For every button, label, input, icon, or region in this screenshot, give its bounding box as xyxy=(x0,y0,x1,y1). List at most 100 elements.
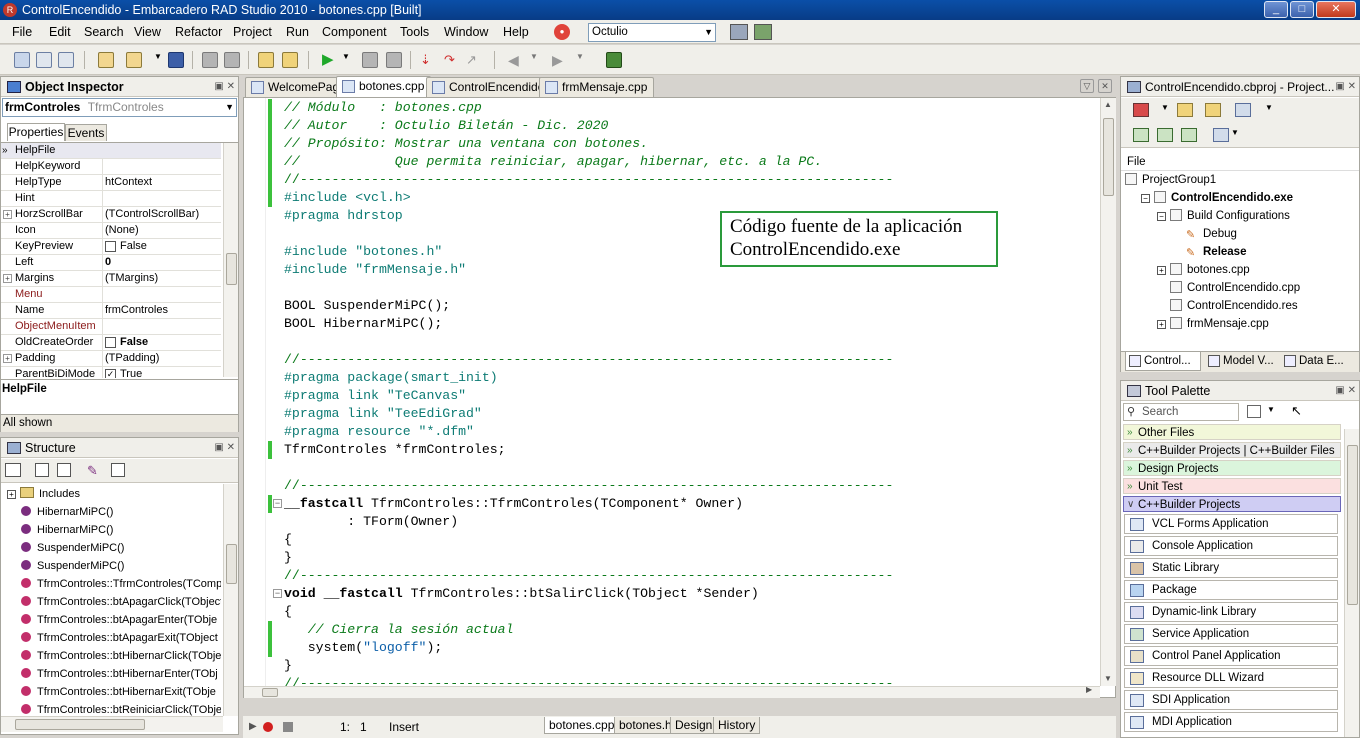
stop-icon[interactable] xyxy=(386,52,402,68)
chevron-down-icon[interactable]: ▼ xyxy=(342,52,350,68)
panel-pin-close-icon[interactable]: ▣ ✕ xyxy=(1335,77,1356,97)
menu-project[interactable]: Project xyxy=(233,25,272,39)
tab-list-icon[interactable]: ▽ xyxy=(1080,79,1094,93)
palette-category[interactable]: » Design Projects xyxy=(1123,460,1341,476)
code-line[interactable]: #pragma resource "*.dfm" xyxy=(284,423,474,441)
structure-item[interactable]: HibernarMiPC() xyxy=(21,504,221,520)
structure-item[interactable]: SuspenderMiPC() xyxy=(21,540,221,556)
sync-icon[interactable] xyxy=(1133,128,1149,142)
expand-icon[interactable]: + xyxy=(1157,320,1166,329)
menu-run[interactable]: Run xyxy=(286,25,309,39)
code-line[interactable]: #pragma link "TeCanvas" xyxy=(284,387,466,405)
structure-item[interactable]: TfrmControles::btReiniciarClick(TObje xyxy=(21,702,221,716)
component-selector[interactable]: frmControles TfrmControles ▼ xyxy=(2,98,237,117)
menu-window[interactable]: Window xyxy=(444,25,488,39)
property-row[interactable]: » HelpFile xyxy=(1,143,221,159)
chevron-down-icon[interactable]: ▼ xyxy=(154,52,162,68)
project-tree-item[interactable]: + frmMensaje.cpp xyxy=(1157,315,1269,333)
chevron-down-icon[interactable]: ▼ xyxy=(1231,128,1239,137)
activate-icon[interactable] xyxy=(1133,103,1149,117)
new-items-icon[interactable] xyxy=(14,52,30,68)
property-value[interactable]: False xyxy=(120,335,148,350)
tab-events[interactable]: Events xyxy=(65,124,107,141)
tab-model-view[interactable]: Model V... xyxy=(1205,352,1279,371)
property-value[interactable]: 0 xyxy=(105,255,111,270)
code-line[interactable]: //--------------------------------------… xyxy=(284,675,893,686)
open-icon[interactable] xyxy=(1205,103,1221,117)
palette-item[interactable]: Static Library xyxy=(1124,558,1338,578)
code-line[interactable]: //--------------------------------------… xyxy=(284,351,893,369)
open-icon[interactable] xyxy=(98,52,114,68)
property-row[interactable]: + Padding (TPadding) xyxy=(1,351,221,367)
close-tab-icon[interactable]: ✕ xyxy=(1098,79,1112,93)
back-arrow-icon[interactable]: ◀ xyxy=(508,52,524,68)
palette-category[interactable]: » C++Builder Projects | C++Builder Files xyxy=(1123,442,1341,458)
structure-item[interactable]: + Includes xyxy=(7,486,207,502)
property-value[interactable]: (TMargins) xyxy=(105,271,158,286)
pause-icon[interactable] xyxy=(362,52,378,68)
palette-item[interactable]: Resource DLL Wizard xyxy=(1124,668,1338,688)
palette-item[interactable]: SDI Application xyxy=(1124,690,1338,710)
filter-icon[interactable] xyxy=(35,463,49,477)
property-value[interactable]: frmControles xyxy=(105,303,168,318)
palette-item[interactable]: Control Panel Application xyxy=(1124,646,1338,666)
property-row[interactable]: Icon (None) xyxy=(1,223,221,239)
structure-item[interactable]: TfrmControles::btApagarEnter(TObje xyxy=(21,612,221,628)
property-row[interactable]: HelpType htContext xyxy=(1,175,221,191)
structure-item[interactable]: HibernarMiPC() xyxy=(21,522,221,538)
scroll-up-icon[interactable]: ▲ xyxy=(1104,100,1112,109)
menu-help[interactable]: Help xyxy=(503,25,529,39)
code-line[interactable]: // Cierra la sesión actual xyxy=(284,621,514,639)
expand-icon[interactable] xyxy=(1157,128,1173,142)
new-unit-icon[interactable] xyxy=(58,52,74,68)
run-to-cursor-icon[interactable]: ↗ xyxy=(466,52,482,68)
menu-refactor[interactable]: Refactor xyxy=(175,25,222,39)
tab-data-explorer[interactable]: Data E... xyxy=(1281,352,1357,371)
sort-icon[interactable] xyxy=(5,463,21,477)
stop-macro-icon[interactable] xyxy=(283,722,293,732)
menu-tools[interactable]: Tools xyxy=(400,25,429,39)
code-line[interactable]: //--------------------------------------… xyxy=(284,567,893,585)
collapse-icon[interactable]: − xyxy=(1157,212,1166,221)
code-line[interactable]: BOOL HibernarMiPC(); xyxy=(284,315,442,333)
palette-item[interactable]: Service Application xyxy=(1124,624,1338,644)
maximize-button[interactable]: □ xyxy=(1290,1,1314,18)
collapse-icon[interactable] xyxy=(1181,128,1197,142)
code-line[interactable]: TfrmControles *frmControles; xyxy=(284,441,506,459)
trace-into-icon[interactable]: ⇣ xyxy=(420,52,436,68)
code-line[interactable]: //--------------------------------------… xyxy=(284,171,893,189)
code-line[interactable]: //--------------------------------------… xyxy=(284,477,893,495)
scroll-right-icon[interactable]: ▶ xyxy=(1086,685,1092,694)
tab-properties[interactable]: Properties xyxy=(7,123,65,141)
code-line[interactable]: #include "botones.h" xyxy=(284,243,442,261)
property-row[interactable]: + HorzScrollBar (TControlScrollBar) xyxy=(1,207,221,223)
forward-arrow-icon[interactable]: ▶ xyxy=(552,52,568,68)
scroll-down-icon[interactable]: ▼ xyxy=(1104,674,1112,683)
code-line[interactable]: : TForm(Owner) xyxy=(284,513,458,531)
property-row[interactable]: HelpKeyword xyxy=(1,159,221,175)
code-line[interactable]: #include <vcl.h> xyxy=(284,189,411,207)
editor-hscrollbar[interactable]: ▶ xyxy=(244,685,1100,698)
checkbox[interactable]: ✓ xyxy=(105,369,116,378)
list-view-icon[interactable] xyxy=(1213,128,1229,142)
menu-file[interactable]: File xyxy=(12,25,32,39)
palette-item[interactable]: VCL Forms Application xyxy=(1124,514,1338,534)
app-icon[interactable]: R xyxy=(3,3,17,17)
checkbox[interactable] xyxy=(105,337,116,348)
code-line[interactable]: // Módulo : botones.cpp xyxy=(284,99,482,117)
structure-item[interactable]: SuspenderMiPC() xyxy=(21,558,221,574)
minimize-button[interactable]: _ xyxy=(1264,1,1288,18)
code-line[interactable]: } xyxy=(284,657,292,675)
property-value[interactable]: True xyxy=(120,367,142,378)
record-icon[interactable]: ● xyxy=(554,24,570,40)
structure-item[interactable]: TfrmControles::TfrmControles(TComp xyxy=(21,576,221,592)
property-value[interactable]: False xyxy=(120,239,147,254)
structure-item[interactable]: TfrmControles::btHibernarExit(TObje xyxy=(21,684,221,700)
desktop-layout-select[interactable]: Octulio ▼ xyxy=(588,23,716,42)
palette-item[interactable]: Package xyxy=(1124,580,1338,600)
editor-vscrollbar[interactable]: ▲ ▼ xyxy=(1100,98,1116,686)
property-row[interactable]: ParentBiDiMode ✓ True xyxy=(1,367,221,378)
menu-view[interactable]: View xyxy=(134,25,161,39)
project-tree-item[interactable]: ControlEncendido.res xyxy=(1157,297,1298,315)
project-tree-item[interactable]: ProjectGroup1 xyxy=(1125,171,1216,189)
